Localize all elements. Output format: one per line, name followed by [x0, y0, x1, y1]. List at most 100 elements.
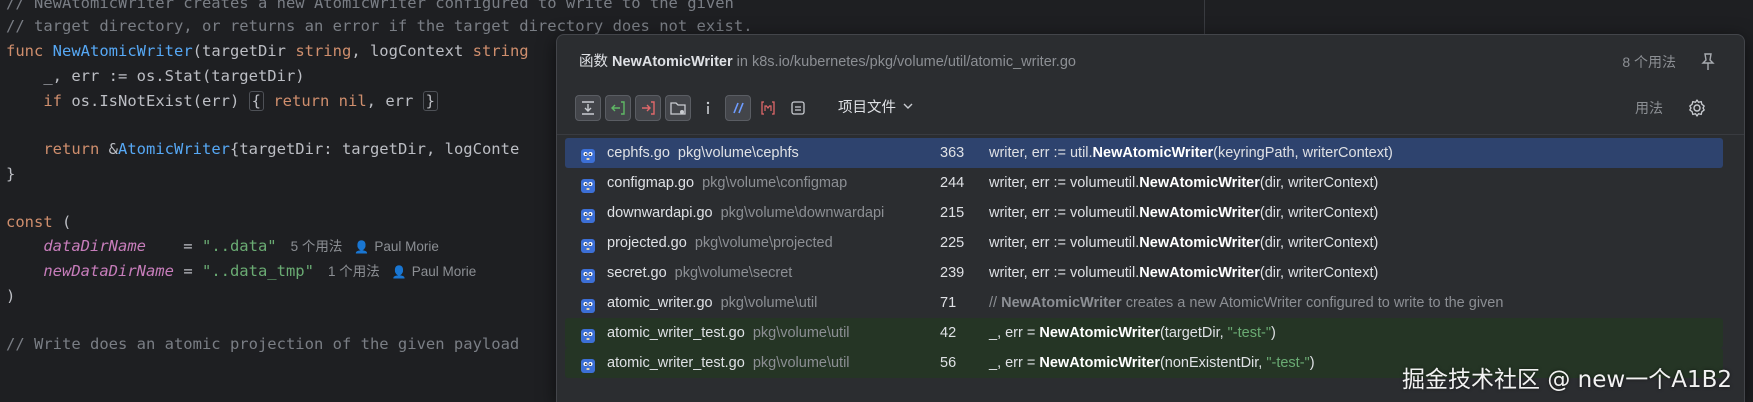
- scope-label: 项目文件: [838, 100, 896, 116]
- code-text: , logContext: [351, 42, 473, 60]
- code-text: , err: [366, 92, 423, 110]
- code-text: =: [173, 262, 202, 280]
- usage-row[interactable]: downwardapi.go pkg\volume\downwardapi 215…: [565, 198, 1723, 228]
- merge-icon[interactable]: [575, 95, 601, 121]
- code-text: _, err := os.Stat(targetDir): [43, 67, 305, 85]
- row-file: atomic_writer.go pkg\volume\util: [607, 288, 817, 318]
- file-directory: pkg\volume\util: [752, 325, 850, 341]
- file-name: atomic_writer_test.go: [607, 325, 745, 341]
- string-literal-icon[interactable]: [755, 95, 781, 121]
- snippet-match: NewAtomicWriter: [1139, 205, 1260, 221]
- code-snippet: // NewAtomicWriter creates a new AtomicW…: [989, 288, 1503, 318]
- line-number: 215: [940, 205, 965, 221]
- snippet-text: writer, err := volumeutil.NewAtomicWrite…: [989, 235, 1378, 251]
- person-icon: 👤: [354, 240, 370, 254]
- snippet-string: "-test-": [1266, 355, 1310, 371]
- usage-row[interactable]: secret.go pkg\volume\secret 239 writer, e…: [565, 258, 1723, 288]
- go-file-icon: [580, 175, 596, 193]
- write-access-icon[interactable]: [635, 95, 661, 121]
- function-name[interactable]: NewAtomicWriter: [53, 42, 193, 60]
- code-text: (: [52, 213, 72, 231]
- keyword: return: [43, 140, 100, 158]
- snippet-suffix: creates a new AtomicWriter configured to…: [1121, 295, 1504, 311]
- file-directory: pkg\volume\projected: [694, 235, 833, 251]
- constant-name[interactable]: newDataDirName: [43, 262, 174, 280]
- file-directory: pkg\volume\configmap: [702, 175, 848, 191]
- watermark-text: 掘金技术社区 @ new一个A1B2: [1402, 367, 1732, 393]
- go-file-icon: [580, 265, 596, 283]
- find-usages-popup[interactable]: 函数 NewAtomicWriter in k8s.io/kubernetes/…: [556, 34, 1745, 402]
- row-file: atomic_writer_test.go pkg\volume\util: [607, 318, 850, 348]
- code-line-10: const (: [6, 209, 71, 236]
- code-text: os.IsNotExist(err): [62, 92, 249, 110]
- line-number: 71: [940, 295, 957, 311]
- snippet-match: NewAtomicWriter: [1039, 325, 1160, 341]
- snippet-suffix: (keyringPath, writerContext): [1213, 145, 1393, 161]
- header-file-path: in k8s.io/kubernetes/pkg/volume/util/ato…: [736, 54, 1076, 70]
- snippet-text: _, err = NewAtomicWriter(targetDir, "-te…: [989, 325, 1276, 341]
- code-line-15: // Write does an atomic projection of th…: [6, 335, 520, 353]
- code-text: (targetDir: [192, 42, 296, 60]
- snippet-prefix: //: [989, 295, 1002, 311]
- code-snippet: _, err = NewAtomicWriter(targetDir, "-te…: [989, 318, 1276, 348]
- snippet-suffix: (dir, writerContext): [1259, 205, 1379, 221]
- folder-module-icon[interactable]: [665, 95, 691, 121]
- gear-icon[interactable]: [1687, 98, 1707, 118]
- row-file: configmap.go pkg\volume\configmap: [607, 168, 847, 198]
- snippet-prefix: writer, err := volumeutil.: [989, 265, 1140, 281]
- file-name: downwardapi.go: [607, 205, 713, 221]
- file-directory: pkg\volume\util: [752, 355, 850, 371]
- code-line-8: }: [6, 165, 16, 183]
- file-name: atomic_writer_test.go: [607, 355, 745, 371]
- file-name: cephfs.go: [607, 145, 670, 161]
- snippet-text: writer, err := volumeutil.NewAtomicWrite…: [989, 205, 1378, 221]
- keyword: return: [273, 92, 330, 110]
- read-access-icon[interactable]: [605, 95, 631, 121]
- go-file-icon: [580, 205, 596, 223]
- usage-row[interactable]: cephfs.go pkg\volume\cephfs 363 writer, e…: [565, 138, 1723, 168]
- file-name: configmap.go: [607, 175, 695, 191]
- code-line-4: _, err := os.Stat(targetDir): [6, 63, 305, 90]
- line-number: 363: [940, 145, 965, 161]
- snippet-prefix: writer, err := volumeutil.: [989, 175, 1140, 191]
- scope-dropdown[interactable]: 项目文件: [838, 93, 914, 123]
- go-file-icon: [580, 325, 596, 343]
- usages-settings-label[interactable]: 用法: [1635, 93, 1663, 123]
- code-line-12: newDataDirName = "..data_tmp" 1 个用法 👤 Paul …: [6, 258, 476, 285]
- usage-count-hint[interactable]: 1 个用法: [328, 264, 380, 279]
- file-directory: pkg\volume\secret: [674, 265, 793, 281]
- row-file: secret.go pkg\volume\secret: [607, 258, 792, 288]
- type-name[interactable]: AtomicWriter: [118, 140, 230, 158]
- file-directory: pkg\volume\util: [720, 295, 818, 311]
- keyword: const: [6, 213, 53, 231]
- constant-name[interactable]: dataDirName: [43, 237, 146, 255]
- usage-row[interactable]: atomic_writer_test.go pkg\volume\util 42 …: [565, 318, 1723, 348]
- snippet-text: _, err = NewAtomicWriter(nonExistentDir,…: [989, 355, 1315, 371]
- pin-icon[interactable]: [1698, 51, 1718, 73]
- file-name: atomic_writer.go: [607, 295, 713, 311]
- file-directory: pkg\volume\cephfs: [677, 145, 799, 161]
- usage-inlay-hint[interactable]: 5 个用法 👤 Paul Morie: [291, 239, 439, 254]
- line-number: 239: [940, 265, 965, 281]
- preview-icon[interactable]: [785, 95, 811, 121]
- snippet-string: "-test-": [1227, 325, 1271, 341]
- comment-icon[interactable]: [725, 95, 751, 121]
- code-line-13: ): [6, 287, 16, 305]
- row-file: downwardapi.go pkg\volume\downwardapi: [607, 198, 884, 228]
- usage-row[interactable]: atomic_writer.go pkg\volume\util 71 // Ne…: [565, 288, 1723, 318]
- usage-row[interactable]: configmap.go pkg\volume\configmap 244 wri…: [565, 168, 1723, 198]
- code-snippet: writer, err := volumeutil.NewAtomicWrite…: [989, 198, 1378, 228]
- snippet-text: writer, err := volumeutil.NewAtomicWrite…: [989, 265, 1378, 281]
- usage-inlay-hint[interactable]: 1 个用法 👤 Paul Morie: [328, 264, 476, 279]
- usage-row[interactable]: projected.go pkg\volume\projected 225 wri…: [565, 228, 1723, 258]
- import-icon[interactable]: [695, 95, 721, 121]
- snippet-text: writer, err := volumeutil.NewAtomicWrite…: [989, 175, 1378, 191]
- author-hint[interactable]: Paul Morie: [374, 239, 439, 254]
- fold-marker-open[interactable]: {: [248, 91, 264, 111]
- popup-header: 函数 NewAtomicWriter in k8s.io/kubernetes/…: [579, 51, 1076, 73]
- code-line-11: dataDirName = "..data" 5 个用法 👤 Paul Morie: [6, 233, 439, 260]
- fold-marker-close[interactable]: }: [422, 91, 439, 111]
- chevron-down-icon: [902, 93, 914, 123]
- author-hint[interactable]: Paul Morie: [412, 264, 477, 279]
- usage-count-hint[interactable]: 5 个用法: [291, 239, 343, 254]
